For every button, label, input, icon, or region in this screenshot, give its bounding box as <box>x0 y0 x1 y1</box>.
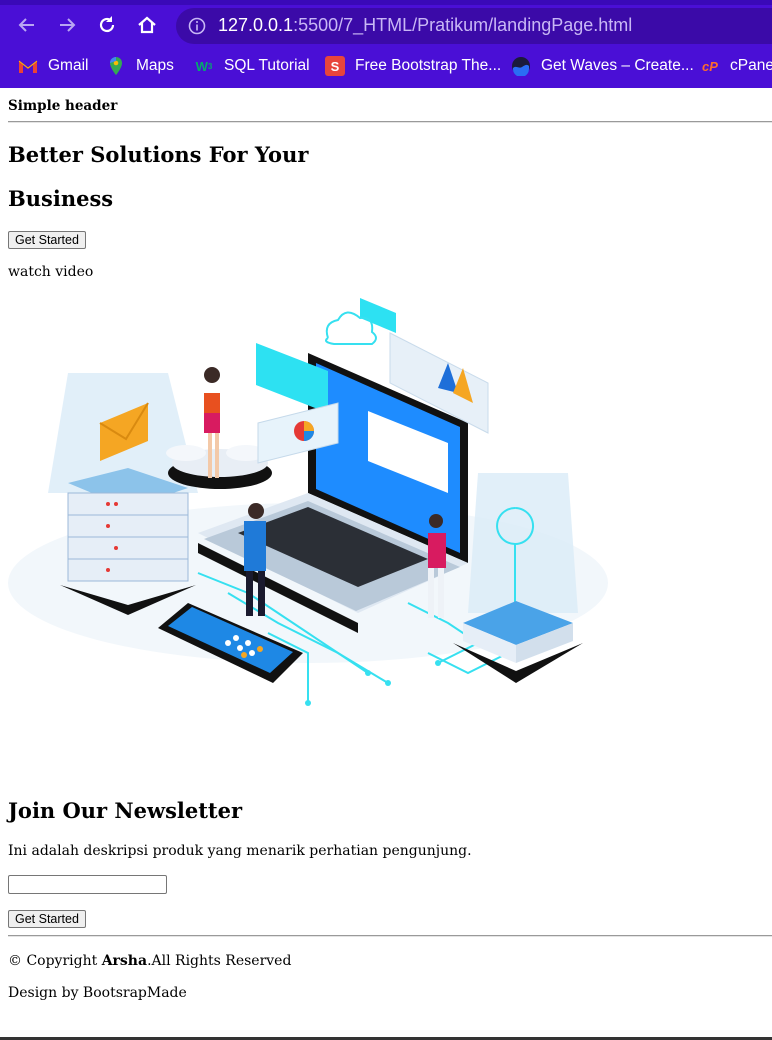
maps-icon <box>106 56 126 76</box>
reload-icon[interactable] <box>94 12 120 38</box>
hero-title-line2: Business <box>8 186 114 211</box>
tab-strip-edge <box>0 0 772 5</box>
bookmark-sql-tutorial[interactable]: W 3 SQL Tutorial <box>194 52 310 80</box>
bookmark-cpanel[interactable]: cP cPanel <box>700 52 772 80</box>
waves-icon <box>511 56 531 76</box>
bookmark-label: Get Waves – Create... <box>541 57 694 74</box>
bookmark-label: Gmail <box>48 57 89 74</box>
url-text[interactable]: 127.0.0.1:5500/7_HTML/Pratikum/landingPa… <box>218 15 632 36</box>
watch-video-text: watch video <box>8 264 94 280</box>
back-icon[interactable] <box>14 12 40 38</box>
bookmark-label: cPanel <box>730 57 772 74</box>
newsletter-title: Join Our Newsletter <box>8 798 243 823</box>
bookmark-label: SQL Tutorial <box>224 57 310 74</box>
bootstrap-s-icon: S <box>325 56 345 76</box>
email-input[interactable] <box>8 875 167 894</box>
cpanel-icon: cP <box>702 58 718 74</box>
address-bar[interactable]: 127.0.0.1:5500/7_HTML/Pratikum/landingPa… <box>176 8 772 44</box>
hero-title-line1: Better Solutions For Your <box>8 142 309 167</box>
home-icon[interactable] <box>134 12 160 38</box>
bookmark-free-bootstrap[interactable]: S Free Bootstrap The... <box>325 52 501 80</box>
forward-icon[interactable] <box>54 12 80 38</box>
design-credit: Design by BootsrapMade <box>8 985 187 1001</box>
bookmark-label: Maps <box>136 57 174 74</box>
copyright-prefix: © Copyright <box>8 953 102 969</box>
bookmarks-bar: Gmail Maps W 3 SQL Tutorial S Free Bootstra… <box>0 52 772 82</box>
copyright-suffix: .All Rights Reserved <box>147 953 292 969</box>
simple-header: Simple header <box>8 98 118 114</box>
url-path: :5500/7_HTML/Pratikum/landingPage.html <box>293 15 633 35</box>
newsletter-description: Ini adalah deskripsi produk yang menarik… <box>8 843 472 859</box>
footer-divider <box>8 935 772 937</box>
newsletter-submit-button[interactable]: Get Started <box>8 910 86 928</box>
copyright-text: © Copyright Arsha.All Rights Reserved <box>8 953 291 969</box>
gmail-icon <box>18 56 38 76</box>
url-host: 127.0.0.1 <box>218 15 294 35</box>
copyright-brand: Arsha <box>101 953 148 969</box>
get-started-button[interactable]: Get Started <box>8 231 86 249</box>
bookmark-label: Free Bootstrap The... <box>355 57 502 74</box>
bookmark-maps[interactable]: Maps <box>106 52 174 80</box>
w3schools-icon: W3 <box>195 58 213 74</box>
browser-toolbar: 127.0.0.1:5500/7_HTML/Pratikum/landingPa… <box>0 0 772 88</box>
bookmark-gmail[interactable]: Gmail <box>18 52 88 80</box>
hero-illustration <box>8 293 608 727</box>
divider <box>8 121 772 123</box>
bookmark-get-waves[interactable]: Get Waves – Create... <box>511 52 694 80</box>
site-info-icon[interactable] <box>188 17 206 35</box>
